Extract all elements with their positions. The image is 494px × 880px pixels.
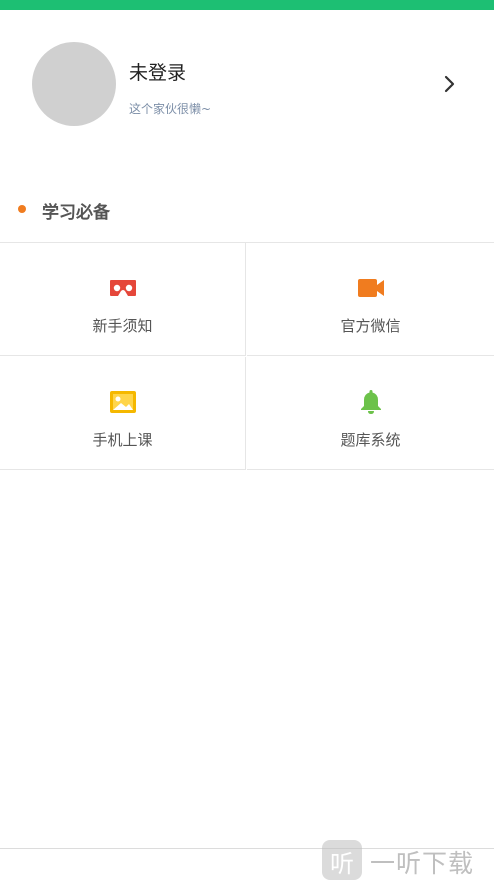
grid-item-label: 手机上课: [92, 431, 153, 449]
watermark: 听 一听下载: [322, 838, 490, 880]
chevron-right-icon[interactable]: [442, 74, 458, 94]
grid-item-label: 官方微信: [340, 317, 401, 335]
profile-name: 未登录: [129, 62, 187, 84]
grid-item-official-wechat[interactable]: 官方微信: [247, 243, 494, 356]
bell-icon: [360, 390, 381, 414]
feature-grid: 新手须知 官方微信 手机上课 题库系统: [0, 242, 494, 471]
watermark-text: 一听下载: [370, 849, 475, 878]
grid-item-newbie-guide[interactable]: 新手须知: [0, 243, 246, 356]
vr-glasses-icon: [109, 280, 136, 296]
section-title: 学习必备: [42, 203, 110, 223]
watermark-logo-icon: 听: [322, 840, 362, 880]
status-bar: [0, 0, 494, 10]
section-header: 学习必备: [0, 196, 494, 224]
grid-item-label: 新手须知: [92, 317, 153, 335]
video-camera-icon: [357, 279, 384, 297]
grid-item-question-bank[interactable]: 题库系统: [247, 357, 494, 470]
grid-item-label: 题库系统: [340, 431, 401, 449]
profile-header[interactable]: 未登录 这个家伙很懒~: [0, 10, 494, 160]
avatar[interactable]: [32, 42, 116, 126]
image-icon: [109, 391, 136, 413]
profile-subtitle: 这个家伙很懒~: [129, 102, 212, 116]
section-dot-icon: [18, 205, 26, 213]
grid-item-mobile-class[interactable]: 手机上课: [0, 357, 246, 470]
